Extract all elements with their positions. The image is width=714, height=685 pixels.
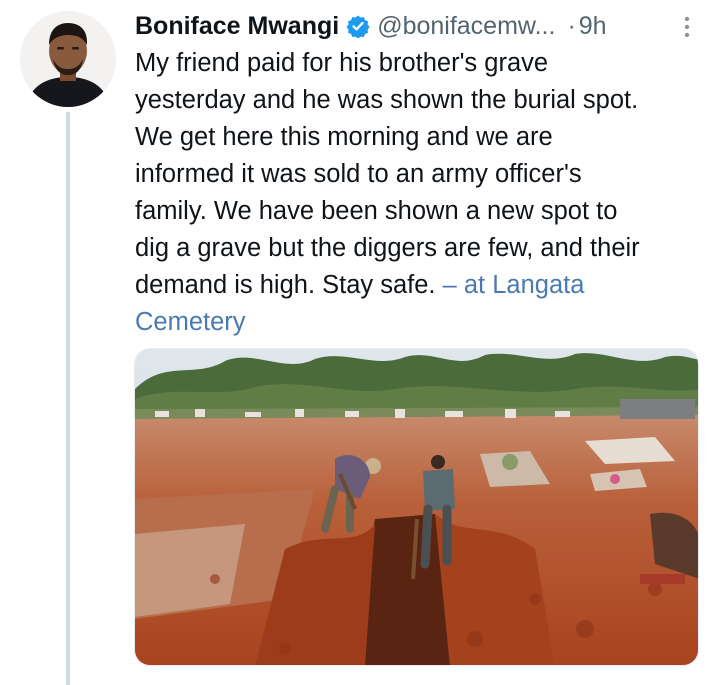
- separator-dot: ·: [567, 11, 576, 40]
- tweet-timestamp[interactable]: 9h: [579, 12, 607, 41]
- location-link-cont[interactable]: Cemetery: [135, 304, 705, 341]
- display-name[interactable]: Boniface Mwangi: [135, 12, 339, 41]
- tweet-text-line: family. We have been shown a new spot to: [135, 197, 618, 225]
- thread-line: [66, 112, 70, 685]
- tweet-text-line: demand is high. Stay safe. – at Langata: [135, 267, 705, 304]
- tweet-text-line: yesterday and he was shown the burial sp…: [135, 86, 639, 114]
- tweet-header: Boniface Mwangi @bonifacemw... · 9h: [135, 8, 700, 44]
- tweet-media-image[interactable]: [134, 348, 699, 666]
- tweet-text-line: dig a grave but the diggers are few, and…: [135, 234, 640, 262]
- tweet-text-line: We get here this morning and we are: [135, 123, 553, 151]
- tweet-text-line: My friend paid for his brother's grave: [135, 49, 549, 77]
- tweet-text-line-end: demand is high. Stay safe.: [135, 271, 443, 299]
- location-link[interactable]: – at Langata: [443, 271, 585, 299]
- more-vertical-icon[interactable]: [682, 15, 692, 39]
- avatar[interactable]: [20, 11, 116, 107]
- avatar-image: [20, 11, 116, 107]
- grave-digging-photo: [135, 349, 698, 665]
- tweet-text: My friend paid for his brother's grave y…: [135, 45, 705, 341]
- verified-badge-icon: [346, 14, 370, 39]
- tweet-text-line: informed it was sold to an army officer'…: [135, 160, 582, 188]
- author-handle[interactable]: @bonifacemw...: [377, 12, 555, 41]
